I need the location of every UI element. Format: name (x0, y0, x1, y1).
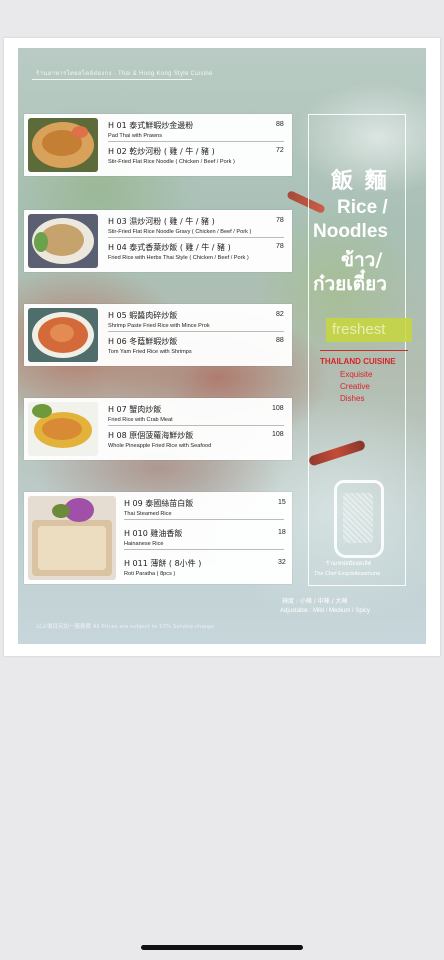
freshest-label: freshest (332, 321, 386, 338)
item-price: 78 (276, 243, 284, 250)
item-name-en: Whole Pineapple Fried Rice with Seafood (108, 443, 212, 449)
item-divider (108, 141, 284, 142)
menu-item-h07: H 07 蟹肉炒飯 Fried Rice with Crab Meat 108 (108, 404, 288, 423)
menu-item-h09: H 09 泰國絲苗白飯 Thai Steamed Rice 15 (124, 498, 288, 517)
tagline: Dishes (340, 394, 365, 403)
menu-item-h04: H 04 泰式香葉炒飯 ( 雞 / 牛 / 豬 ) Fried Rice wit… (108, 242, 288, 261)
pad-thai-photo (28, 118, 98, 172)
item-price: 15 (278, 499, 286, 506)
spice-level-en: Adjustable : Mild / Medium / Spicy (280, 608, 371, 614)
item-name-cn: H 04 泰式香葉炒飯 ( 雞 / 牛 / 豬 ) (108, 243, 231, 252)
roti-photo (28, 496, 116, 580)
category-title-en: Noodles (313, 221, 388, 242)
spice-level-cn: 辣度 : 小辣 / 中辣 / 大辣 (282, 598, 348, 605)
item-divider (124, 549, 284, 550)
item-name-en: Fried Rice with Herbs Thai Style ( Chick… (108, 255, 249, 261)
menu-card: H 05 蝦醬肉碎炒飯 Shrimp Paste Fried Rice with… (24, 304, 292, 366)
category-title-cn: 飯 麵 (331, 169, 389, 194)
menu-card: H 09 泰國絲苗白飯 Thai Steamed Rice 15 H 010 雞… (24, 492, 292, 584)
item-name-en: Stir-Fried Flat Rice Noodle Gravy ( Chic… (108, 229, 252, 235)
item-name-en: Thai Steamed Rice (124, 511, 172, 517)
thailand-cuisine-label: THAILAND CUISINE (320, 357, 396, 366)
logo-text-th: ร้านเชฟสมัยสุดเลิศ (326, 561, 372, 567)
pineapple-rice-photo (28, 402, 98, 456)
item-divider (124, 519, 284, 520)
menu-page: ร้านอาหารไทยสไตล์ฮ่องกง · Thai & Hong Ko… (18, 48, 426, 644)
accent-divider (320, 350, 408, 351)
menu-item-h01: H 01 泰式鮮蝦炒金邊粉 Pad Thai with Prawns 88 (108, 120, 288, 139)
item-name-cn: H 09 泰國絲苗白飯 (124, 499, 194, 508)
item-divider (108, 331, 284, 332)
service-charge-note: 以上價目另加一服務費 All Prices are subject to 10%… (36, 624, 214, 630)
item-name-cn: H 03 濕炒河粉 ( 雞 / 牛 / 豬 ) (108, 217, 215, 226)
item-name-cn: H 011 薄餅 ( 8小件 ) (124, 559, 202, 568)
menu-card: H 01 泰式鮮蝦炒金邊粉 Pad Thai with Prawns 88 H … (24, 114, 292, 176)
item-name-en: Shrimp Paste Fried Rice with Mince Prok (108, 323, 210, 329)
menu-card: H 03 濕炒河粉 ( 雞 / 牛 / 豬 ) Stir-Fried Flat … (24, 210, 292, 272)
item-name-en: Tom Yam Fried Rice with Shrimps (108, 349, 192, 355)
item-price: 32 (278, 559, 286, 566)
tagline: Exquisite (340, 370, 373, 379)
menu-item-h010: H 010 雞油香飯 Hainanese Rice 18 (124, 528, 288, 547)
restaurant-logo (334, 480, 384, 558)
freshest-tag: freshest (326, 318, 412, 342)
item-name-cn: H 01 泰式鮮蝦炒金邊粉 (108, 121, 194, 130)
item-price: 108 (272, 405, 284, 412)
category-title-th: ก๋วยเตี๋ยว (313, 273, 387, 295)
top-caption: ร้านอาหารไทยสไตล์ฮ่องกง · Thai & Hong Ko… (36, 71, 213, 77)
item-name-cn: H 07 蟹肉炒飯 (108, 405, 162, 414)
item-price: 108 (272, 431, 284, 438)
menu-item-h011: H 011 薄餅 ( 8小件 ) Roti Paratha ( 8pcs ) 3… (124, 558, 288, 577)
menu-item-h03: H 03 濕炒河粉 ( 雞 / 牛 / 豬 ) Stir-Fried Flat … (108, 216, 288, 235)
logo-text-en: The Chef Exquisitesamurai (314, 571, 381, 577)
menu-item-h08: H 08 原個菠蘿海鮮炒飯 Whole Pineapple Fried Rice… (108, 430, 288, 449)
item-name-en: Stir-Fried Flat Rice Noodle ( Chicken / … (108, 159, 235, 165)
item-price: 72 (276, 147, 284, 154)
fried-rice-photo (28, 308, 98, 362)
menu-item-h06: H 06 冬蔭鮮蝦炒飯 Tom Yam Fried Rice with Shri… (108, 336, 288, 355)
item-name-en: Pad Thai with Prawns (108, 133, 162, 139)
tagline: Creative (340, 382, 370, 391)
item-name-cn: H 06 冬蔭鮮蝦炒飯 (108, 337, 178, 346)
home-indicator[interactable] (141, 945, 303, 950)
item-divider (108, 425, 284, 426)
fried-noodle-photo (28, 214, 98, 268)
item-name-en: Roti Paratha ( 8pcs ) (124, 571, 176, 577)
menu-card: H 07 蟹肉炒飯 Fried Rice with Crab Meat 108 … (24, 398, 292, 460)
item-name-cn: H 08 原個菠蘿海鮮炒飯 (108, 431, 194, 440)
category-title-en: Rice / (337, 197, 388, 218)
item-name-cn: H 02 乾炒河粉 ( 雞 / 牛 / 豬 ) (108, 147, 215, 156)
item-price: 78 (276, 217, 284, 224)
item-name-cn: H 05 蝦醬肉碎炒飯 (108, 311, 178, 320)
item-price: 88 (276, 121, 284, 128)
item-name-cn: H 010 雞油香飯 (124, 529, 183, 538)
top-divider (32, 79, 192, 80)
item-price: 18 (278, 529, 286, 536)
item-name-en: Fried Rice with Crab Meat (108, 417, 173, 423)
menu-item-h05: H 05 蝦醬肉碎炒飯 Shrimp Paste Fried Rice with… (108, 310, 288, 329)
item-name-en: Hainanese Rice (124, 541, 164, 547)
item-divider (108, 237, 284, 238)
item-price: 88 (276, 337, 284, 344)
menu-item-h02: H 02 乾炒河粉 ( 雞 / 牛 / 豬 ) Stir-Fried Flat … (108, 146, 288, 165)
item-price: 82 (276, 311, 284, 318)
